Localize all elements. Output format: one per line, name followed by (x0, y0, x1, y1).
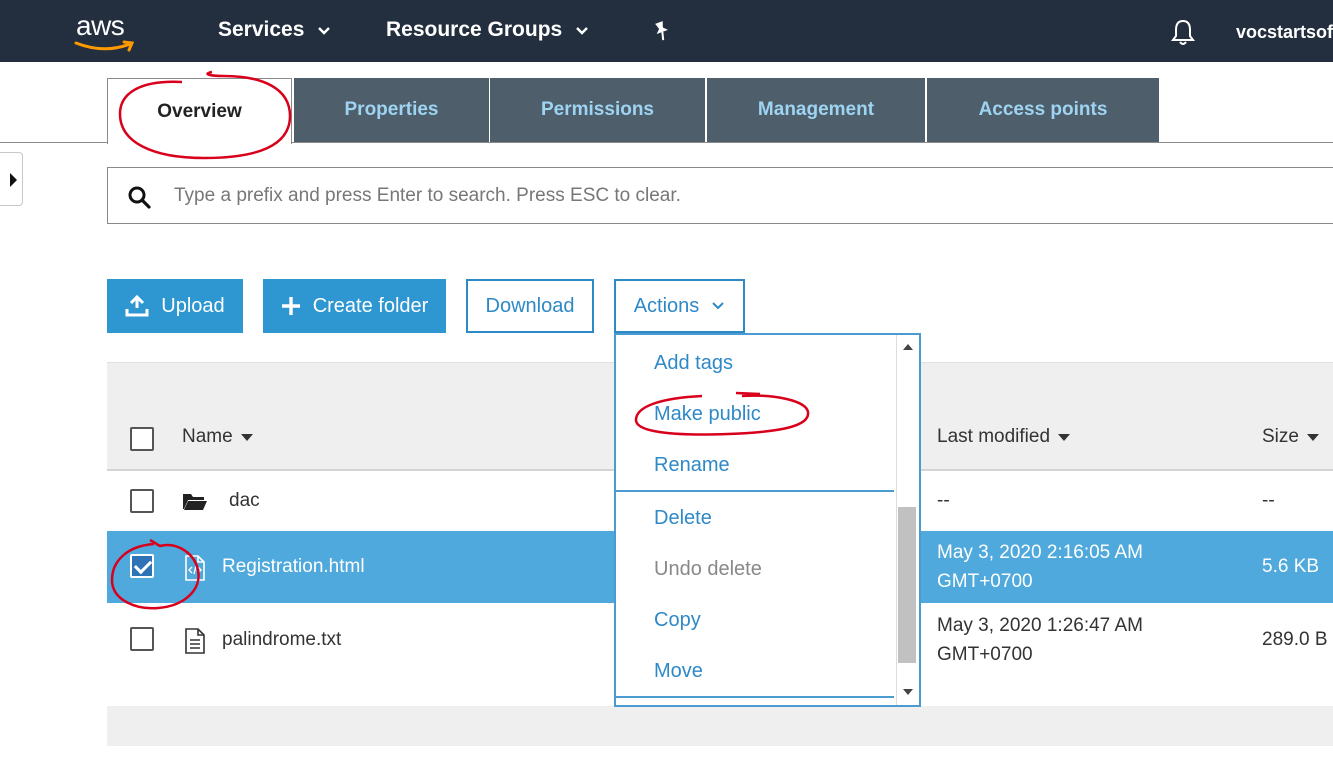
side-panel-toggle[interactable] (0, 152, 23, 206)
download-button[interactable]: Download (466, 279, 594, 333)
scroll-up-icon[interactable] (903, 344, 913, 350)
row-checkbox[interactable] (130, 627, 154, 651)
menu-item-make-public[interactable]: Make public (654, 403, 761, 426)
plus-icon (281, 297, 300, 315)
row-checkbox[interactable] (130, 489, 154, 513)
upload-button[interactable]: Upload (107, 279, 243, 333)
table-footer (107, 706, 1333, 746)
actions-label: Actions (633, 294, 700, 317)
aws-logo-text: aws (76, 10, 125, 41)
column-size-label: Size (1262, 426, 1299, 447)
last-modified: -- (937, 490, 950, 511)
services-menu[interactable]: Services (218, 18, 334, 42)
object-name[interactable]: Registration.html (222, 552, 365, 581)
scroll-down-icon[interactable] (903, 689, 913, 695)
object-name[interactable]: dac (229, 486, 260, 515)
tab-management[interactable]: Management (707, 78, 925, 142)
upload-label: Upload (161, 294, 225, 317)
menu-item-move[interactable]: Move (654, 660, 703, 683)
pin-icon[interactable] (651, 20, 673, 42)
menu-divider (616, 696, 894, 698)
column-header-last-modified[interactable]: Last modified (937, 426, 1071, 448)
tab-access-points[interactable]: Access points (927, 78, 1159, 142)
last-modified-timezone: GMT+0700 (937, 571, 1033, 592)
last-modified-timezone: GMT+0700 (937, 644, 1033, 665)
top-nav-bar: aws Services Resource Groups vocstartsof (0, 0, 1333, 62)
text-file-icon (185, 628, 205, 654)
select-all-checkbox[interactable] (130, 427, 154, 451)
folder-icon (183, 494, 207, 510)
column-header-name[interactable]: Name (182, 426, 253, 448)
column-name-label: Name (182, 426, 233, 447)
bell-icon[interactable] (1170, 18, 1196, 46)
chevron-down-icon (318, 27, 331, 35)
column-header-size[interactable]: Size (1262, 426, 1319, 448)
object-size: 5.6 KB (1262, 556, 1320, 577)
sort-down-icon (1306, 433, 1319, 441)
row-checkbox-checked[interactable] (130, 554, 154, 578)
services-label: Services (218, 18, 305, 41)
chevron-down-icon (712, 302, 725, 310)
menu-item-add-tags[interactable]: Add tags (654, 352, 733, 375)
sort-down-icon (1058, 433, 1071, 441)
menu-scrollbar-thumb[interactable] (898, 507, 916, 663)
object-size: -- (1262, 490, 1275, 511)
upload-icon (125, 295, 149, 317)
resource-groups-menu[interactable]: Resource Groups (386, 18, 592, 42)
search-icon (128, 186, 151, 209)
html-file-icon (185, 555, 205, 581)
search-input[interactable] (174, 178, 1274, 214)
tab-permissions[interactable]: Permissions (490, 78, 705, 142)
object-size: 289.0 B (1262, 629, 1328, 650)
last-modified-date: May 3, 2020 2:16:05 AM (937, 542, 1143, 563)
aws-logo[interactable]: aws (74, 10, 140, 54)
chevron-down-icon (576, 27, 589, 35)
last-modified-date: May 3, 2020 1:26:47 AM (937, 615, 1143, 636)
menu-divider (616, 490, 894, 492)
object-name[interactable]: palindrome.txt (222, 625, 341, 654)
aws-smile-icon (74, 40, 135, 52)
actions-menu: Add tags Make public Rename Delete Undo … (614, 333, 921, 707)
tab-properties[interactable]: Properties (294, 78, 489, 142)
actions-dropdown-button[interactable]: Actions (614, 279, 745, 333)
create-folder-label: Create folder (312, 294, 429, 317)
resource-groups-label: Resource Groups (386, 18, 563, 41)
menu-item-rename[interactable]: Rename (654, 454, 730, 477)
menu-item-undo-delete: Undo delete (654, 558, 762, 580)
create-folder-button[interactable]: Create folder (263, 279, 446, 333)
search-box (107, 167, 1333, 224)
menu-item-copy[interactable]: Copy (654, 609, 701, 632)
sort-down-icon (240, 433, 253, 441)
account-menu[interactable]: vocstartsof (1236, 22, 1333, 43)
menu-item-delete[interactable]: Delete (654, 507, 712, 530)
column-last-modified-label: Last modified (937, 426, 1051, 447)
s3-console-page: aws Services Resource Groups vocstartsof… (0, 0, 1333, 766)
tab-overview[interactable]: Overview (107, 78, 292, 144)
